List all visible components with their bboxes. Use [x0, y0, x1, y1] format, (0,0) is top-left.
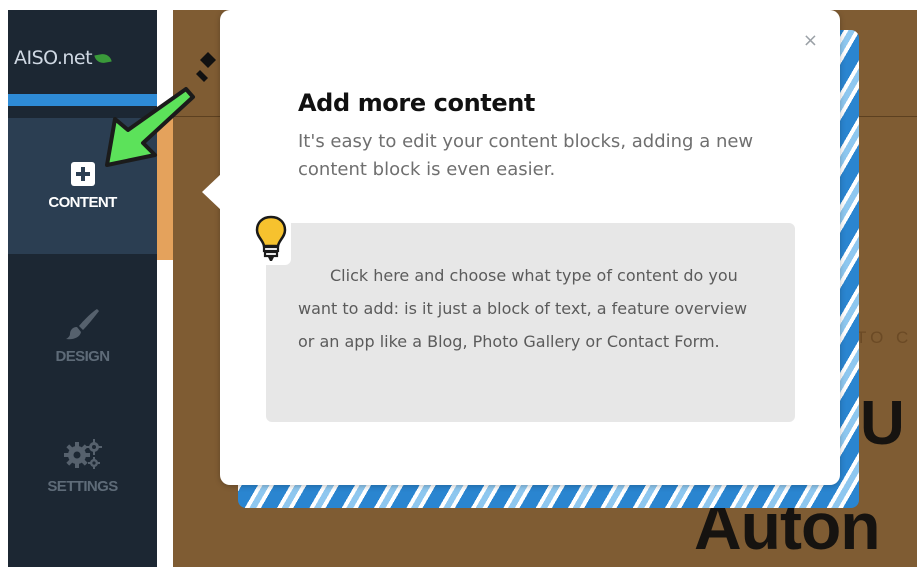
onboarding-popup: × Add more content It's easy to edit you…	[202, 10, 840, 485]
tip-text-block: Click here and choose what type of conte…	[298, 259, 768, 358]
app-frame: TO C U Auton AISO.net CONTENT DESIGN SET…	[8, 10, 917, 567]
popup-subtitle: It's easy to edit your content blocks, a…	[298, 131, 754, 180]
sidebar-item-label: CONTENT	[48, 193, 117, 211]
tip-badge	[251, 211, 291, 265]
sidebar-item-settings[interactable]: SETTINGS	[8, 398, 157, 534]
paintbrush-icon	[65, 308, 99, 339]
sidebar-item-label: SETTINGS	[47, 477, 118, 495]
sidebar-item-label: DESIGN	[55, 347, 111, 365]
hero-title-line1: U	[860, 389, 905, 458]
leaf-icon	[94, 52, 112, 65]
brand-logo-text: AISO.net	[14, 47, 93, 69]
tip-box: Click here and choose what type of conte…	[266, 223, 795, 422]
site-logo-icon	[196, 52, 216, 82]
close-button[interactable]: ×	[803, 32, 818, 50]
brand-logo[interactable]: AISO.net	[14, 47, 112, 69]
hero-kicker-text: TO C	[856, 328, 913, 347]
lightbulb-icon	[255, 215, 287, 261]
gears-icon	[63, 438, 102, 469]
popup-pointer	[202, 174, 221, 210]
green-pointer-arrow-icon	[105, 87, 195, 167]
popup-title: Add more content	[298, 89, 535, 117]
plus-square-icon	[70, 161, 95, 186]
sidebar-item-design[interactable]: DESIGN	[8, 268, 157, 404]
tip-text: Click here and choose what type of conte…	[298, 266, 748, 351]
